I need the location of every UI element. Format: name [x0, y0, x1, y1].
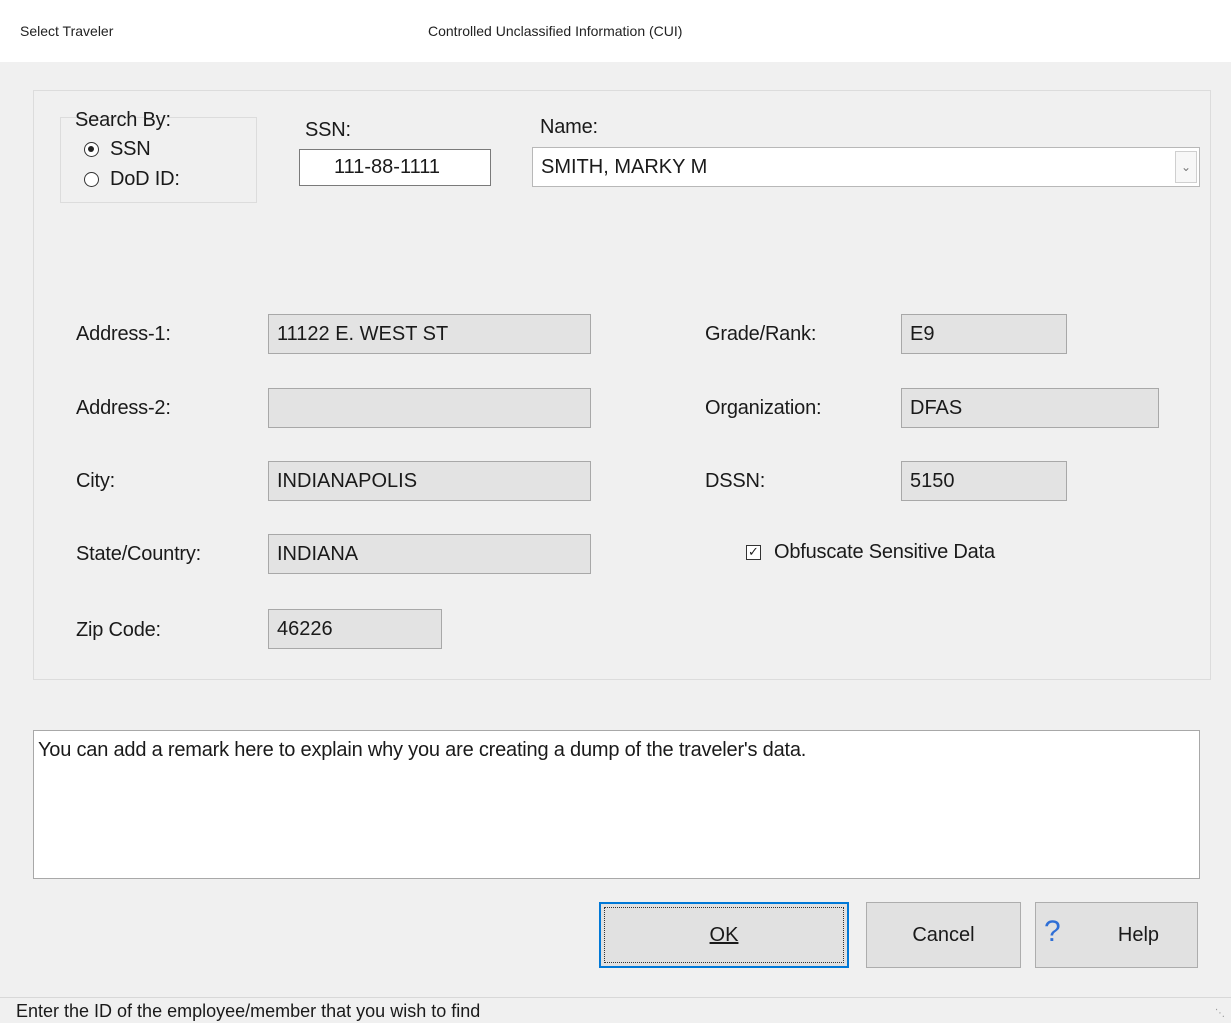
status-text: Enter the ID of the employee/member that…	[16, 1001, 481, 1021]
focus-rect	[604, 907, 844, 963]
ssn-label: SSN:	[305, 119, 351, 141]
ssn-input[interactable]: 111-88-1111	[299, 149, 491, 186]
remarks-textarea[interactable]: You can add a remark here to explain why…	[33, 730, 1200, 879]
resize-grip-icon[interactable]: ⋱	[1215, 1008, 1227, 1020]
name-combobox[interactable]: SMITH, MARKY M ⌄	[532, 147, 1200, 187]
radio-dodid[interactable]	[84, 172, 99, 187]
zip-label: Zip Code:	[76, 619, 161, 641]
search-by-label: Search By:	[75, 109, 171, 131]
zip-field: 46226	[268, 609, 442, 649]
status-bar: Enter the ID of the employee/member that…	[0, 997, 1231, 1023]
name-value: SMITH, MARKY M	[541, 156, 708, 178]
ok-button[interactable]: OK	[599, 902, 849, 968]
city-field: INDIANAPOLIS	[268, 461, 591, 501]
dssn-field: 5150	[901, 461, 1067, 501]
address2-field	[268, 388, 591, 428]
help-button-label: Help	[1117, 923, 1160, 946]
address2-label: Address-2:	[76, 397, 171, 419]
radio-dodid-label[interactable]: DoD ID:	[110, 168, 180, 191]
radio-ssn[interactable]	[84, 142, 99, 157]
title-bar: Select Traveler Controlled Unclassified …	[0, 0, 1231, 62]
state-label: State/Country:	[76, 543, 202, 565]
cui-banner: Controlled Unclassified Information (CUI…	[428, 23, 683, 39]
obfuscate-label[interactable]: Obfuscate Sensitive Data	[774, 541, 995, 564]
window-title: Select Traveler	[20, 23, 114, 39]
question-mark-icon: ?	[1044, 915, 1061, 948]
chevron-down-icon[interactable]: ⌄	[1175, 151, 1197, 183]
grade-field: E9	[901, 314, 1067, 354]
cancel-button-label: Cancel	[912, 923, 975, 946]
cancel-button[interactable]: Cancel	[866, 902, 1021, 968]
address1-label: Address-1:	[76, 323, 171, 345]
name-label: Name:	[540, 116, 598, 138]
grade-label: Grade/Rank:	[705, 323, 817, 345]
dssn-label: DSSN:	[705, 470, 766, 492]
org-field: DFAS	[901, 388, 1159, 428]
city-label: City:	[76, 470, 116, 492]
radio-ssn-label[interactable]: SSN	[110, 138, 151, 161]
address1-field: 11122 E. WEST ST	[268, 314, 591, 354]
org-label: Organization:	[705, 397, 822, 419]
state-field: INDIANA	[268, 534, 591, 574]
obfuscate-checkbox[interactable]: ✓	[746, 545, 761, 560]
